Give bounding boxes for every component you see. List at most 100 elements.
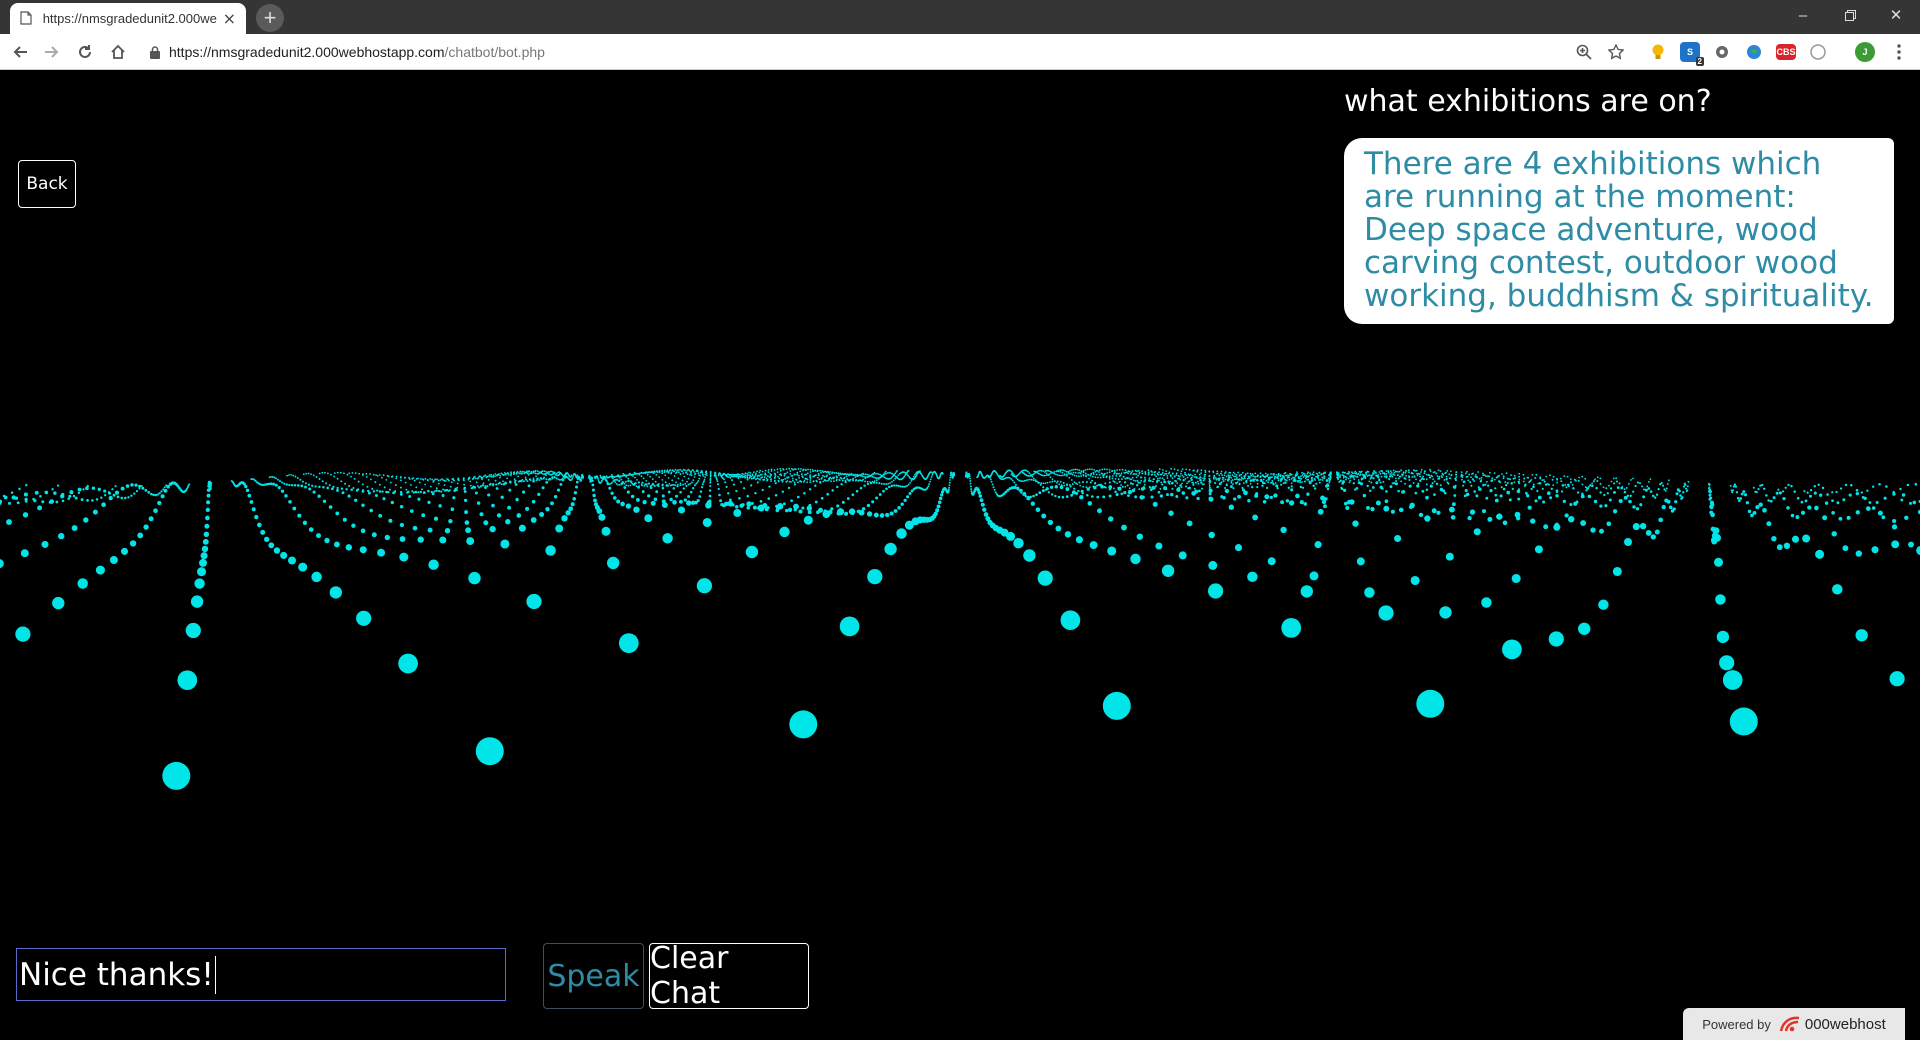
reload-icon[interactable] [73, 40, 97, 64]
particle-dot [177, 670, 198, 691]
particle-dot [882, 489, 885, 493]
particle-dot [877, 473, 880, 475]
window-close-icon[interactable]: ✕ [1873, 0, 1919, 30]
home-icon[interactable] [106, 40, 130, 64]
particle-dot [1645, 529, 1652, 536]
star-icon[interactable] [1605, 41, 1627, 63]
particle-dot [1217, 477, 1220, 480]
particle-dot [1534, 477, 1537, 479]
particle-dot [340, 487, 344, 490]
puzzle-icon[interactable] [1712, 42, 1732, 62]
particle-dot [1383, 473, 1386, 475]
browser-tab[interactable]: https://nmsgradedunit2.000webhostapp.com… [10, 3, 246, 34]
particle-dot [1053, 480, 1056, 483]
particle-dot [1339, 474, 1342, 477]
particle-dot [545, 481, 549, 484]
globe-icon[interactable] [1744, 42, 1764, 62]
particle-dot [1868, 501, 1872, 504]
particle-dot [1254, 472, 1257, 475]
particle-dot [350, 475, 352, 478]
particle-dot [701, 473, 704, 476]
particle-dot [1662, 484, 1665, 487]
particle-dot [1502, 520, 1508, 526]
particle-dot [1139, 482, 1141, 484]
particle-dot [1046, 481, 1049, 484]
particle-dot [489, 475, 491, 478]
particle-dot [691, 481, 693, 484]
speak-button[interactable]: Speak [543, 943, 644, 1009]
particle-dot [1121, 524, 1127, 531]
particle-dot [1425, 473, 1428, 476]
particle-dot [1654, 529, 1660, 535]
particle-dot [731, 503, 735, 507]
particle-dot [1767, 499, 1771, 502]
particle-dot [1716, 630, 1730, 644]
chat-input[interactable]: Nice thanks! [16, 948, 506, 1001]
zoom-icon[interactable] [1573, 41, 1595, 63]
back-button[interactable]: Back [18, 160, 76, 208]
particle-dot [1494, 498, 1499, 503]
particle-dot [1448, 506, 1455, 513]
new-tab-icon[interactable]: + [256, 4, 284, 32]
particle-dot [1709, 510, 1713, 515]
particle-dot [67, 497, 70, 501]
particle-dot [746, 506, 750, 510]
close-icon[interactable]: × [223, 10, 236, 27]
particle-dot [599, 474, 602, 477]
particle-dot [1353, 472, 1356, 474]
particle-dot [1108, 487, 1111, 490]
particle-dot [1642, 495, 1646, 499]
particle-dot [1462, 480, 1465, 483]
particle-dot [644, 514, 653, 523]
clear-chat-button[interactable]: Clear Chat [649, 941, 809, 1011]
particle-dot [545, 545, 556, 556]
particle-dot [1765, 494, 1768, 497]
profile-avatar[interactable]: J [1855, 42, 1875, 62]
particle-dot [1296, 479, 1300, 483]
forward-arrow-icon[interactable] [40, 40, 64, 64]
particle-dot [277, 486, 281, 490]
particle-dot [1417, 482, 1420, 485]
address-bar[interactable]: https://nmsgradedunit2.000webhostapp.com… [140, 38, 1636, 66]
particle-dot [1561, 484, 1565, 487]
particle-dot [1307, 471, 1310, 474]
particle-dot [1026, 495, 1030, 499]
particle-dot [1365, 473, 1368, 475]
chat-input-value: Nice thanks! [19, 956, 214, 993]
particle-dot [1105, 486, 1107, 489]
restore-icon[interactable] [1827, 0, 1873, 30]
particle-dot [1056, 482, 1058, 484]
particle-dot [1686, 489, 1689, 492]
particle-dot [820, 471, 822, 474]
particle-dot [789, 710, 818, 739]
particle-dot [1161, 471, 1164, 474]
particle-dot [1381, 472, 1384, 475]
particle-dot [1187, 487, 1189, 490]
particle-dot [1575, 500, 1579, 504]
particle-dot [453, 479, 455, 482]
particle-dot [1079, 471, 1081, 474]
particle-dot [521, 478, 524, 481]
particle-dot [249, 500, 254, 504]
particle-dot [1147, 469, 1150, 471]
particle-dot [538, 479, 541, 482]
particle-dot [1375, 481, 1379, 485]
particle-dot [1163, 474, 1165, 477]
powered-by-badge[interactable]: Powered by 000webhost [1683, 1008, 1905, 1040]
minimize-icon[interactable]: – [1780, 0, 1826, 30]
particle-dot [1077, 489, 1080, 493]
circle-icon[interactable] [1808, 42, 1828, 62]
particle-dot [1455, 479, 1457, 482]
particle-dot [1354, 488, 1357, 491]
menu-icon[interactable] [1888, 41, 1910, 63]
extension-s-icon[interactable]: S2 [1680, 42, 1704, 66]
particle-dot [1855, 550, 1863, 557]
bulb-icon[interactable] [1648, 42, 1668, 62]
extension-cbs-icon[interactable]: CBS [1776, 44, 1796, 60]
back-arrow-icon[interactable] [8, 40, 32, 64]
particle-dot [1204, 477, 1206, 480]
particle-dot [1180, 486, 1183, 489]
particle-dot [725, 474, 727, 477]
particle-dot [1425, 478, 1428, 481]
particle-dot [873, 471, 876, 474]
